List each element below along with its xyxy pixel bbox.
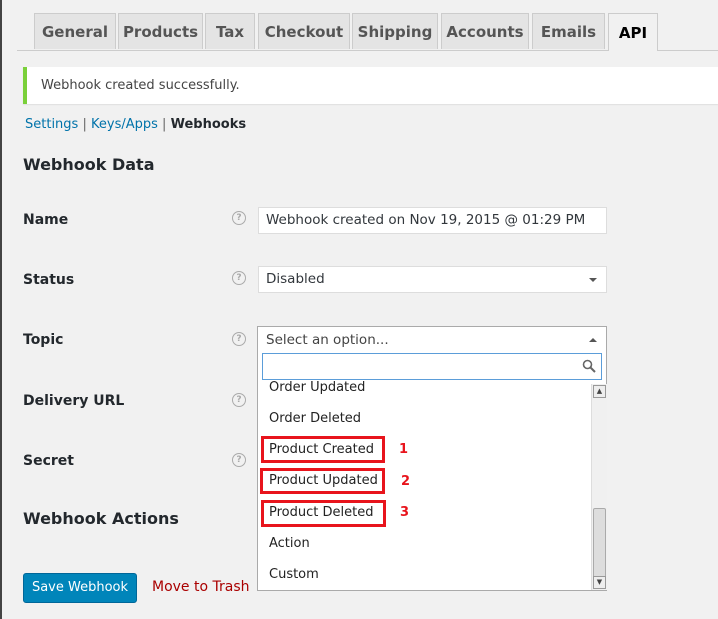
notice-text: Webhook created successfully. xyxy=(41,78,240,93)
secret-label: Secret xyxy=(23,453,74,469)
status-value: Disabled xyxy=(266,271,325,287)
option-order-deleted[interactable]: Order Deleted xyxy=(269,411,361,426)
name-input[interactable]: Webhook created on Nov 19, 2015 @ 01:29 … xyxy=(258,207,607,234)
help-icon[interactable]: ? xyxy=(232,332,246,346)
scroll-down-icon[interactable]: ▼ xyxy=(593,576,606,589)
highlight-box xyxy=(261,500,386,527)
annotation-number: 3 xyxy=(400,505,410,520)
help-icon[interactable]: ? xyxy=(232,453,246,467)
name-label: Name xyxy=(23,212,69,228)
move-to-trash-link[interactable]: Move to Trash xyxy=(152,579,250,595)
delivery-url-label: Delivery URL xyxy=(23,393,125,409)
section-title: Webhook Data xyxy=(23,155,155,174)
tab-checkout[interactable]: Checkout xyxy=(258,13,350,49)
subnav-settings[interactable]: Settings xyxy=(25,117,78,132)
highlight-box xyxy=(260,468,385,494)
actions-title: Webhook Actions xyxy=(23,509,179,528)
option-order-updated[interactable]: Order Updated xyxy=(269,380,365,395)
help-icon[interactable]: ? xyxy=(232,211,246,225)
tab-products[interactable]: Products xyxy=(118,13,203,49)
option-custom[interactable]: Custom xyxy=(269,567,319,582)
scrollbar-thumb[interactable] xyxy=(593,508,606,578)
chevron-down-icon xyxy=(589,278,597,282)
subnav-keys-apps[interactable]: Keys/Apps xyxy=(91,117,158,132)
option-action[interactable]: Action xyxy=(269,536,310,551)
chevron-up-icon xyxy=(589,338,597,342)
separator: | xyxy=(162,117,167,132)
help-icon[interactable]: ? xyxy=(232,393,246,407)
annotation-number: 1 xyxy=(399,442,409,457)
topic-search-input[interactable] xyxy=(262,353,602,380)
tab-api[interactable]: API xyxy=(608,13,658,51)
topic-placeholder: Select an option... xyxy=(266,332,389,348)
search-icon xyxy=(582,359,596,373)
scroll-up-icon[interactable]: ▲ xyxy=(593,385,606,398)
subnav-webhooks: Webhooks xyxy=(170,117,247,132)
tab-accounts[interactable]: Accounts xyxy=(441,13,529,49)
save-webhook-button[interactable]: Save Webhook xyxy=(23,573,137,603)
window-edge xyxy=(0,0,2,619)
status-label: Status xyxy=(23,272,75,288)
tab-shipping[interactable]: Shipping xyxy=(352,13,438,49)
highlight-box xyxy=(261,436,385,463)
subnav: Settings | Keys/Apps | Webhooks xyxy=(25,117,246,132)
status-select[interactable]: Disabled xyxy=(258,266,607,293)
tab-emails[interactable]: Emails xyxy=(532,13,605,49)
topic-label: Topic xyxy=(23,332,64,348)
annotation-number: 2 xyxy=(401,474,411,489)
tab-general[interactable]: General xyxy=(34,13,116,49)
help-icon[interactable]: ? xyxy=(232,271,246,285)
topic-dropdown[interactable]: Select an option... Order Updated Order … xyxy=(257,326,607,591)
success-notice: Webhook created successfully. xyxy=(23,67,718,104)
tab-tax[interactable]: Tax xyxy=(205,13,255,49)
scrollbar[interactable]: ▲ ▼ xyxy=(591,384,607,590)
separator: | xyxy=(82,117,87,132)
